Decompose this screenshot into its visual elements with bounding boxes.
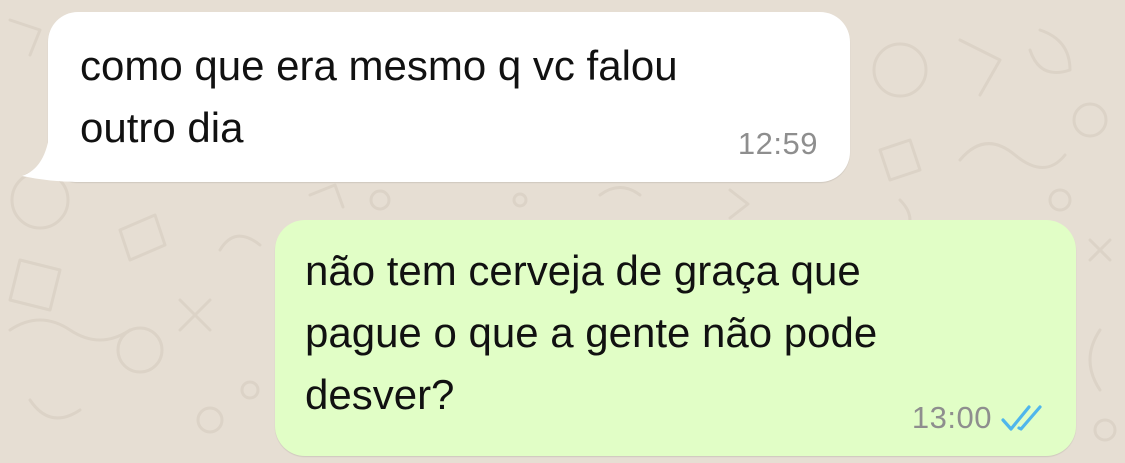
outgoing-message-text: não tem cerveja de graça que pague o que…: [305, 247, 878, 418]
outgoing-message-time: 13:00: [911, 400, 992, 435]
incoming-message-text: como que era mesmo q vc falou outro dia: [80, 42, 678, 151]
incoming-message-meta: 12:59: [738, 126, 818, 162]
double-check-read-icon: [1001, 405, 1042, 431]
outgoing-message-bubble[interactable]: não tem cerveja de graça que pague o que…: [275, 220, 1076, 456]
incoming-message-bubble[interactable]: como que era mesmo q vc falou outro dia …: [22, 12, 850, 182]
incoming-message-time: 12:59: [737, 126, 818, 161]
incoming-bubble-tail: [22, 130, 80, 182]
outgoing-message-meta: 13:00: [912, 400, 1046, 436]
